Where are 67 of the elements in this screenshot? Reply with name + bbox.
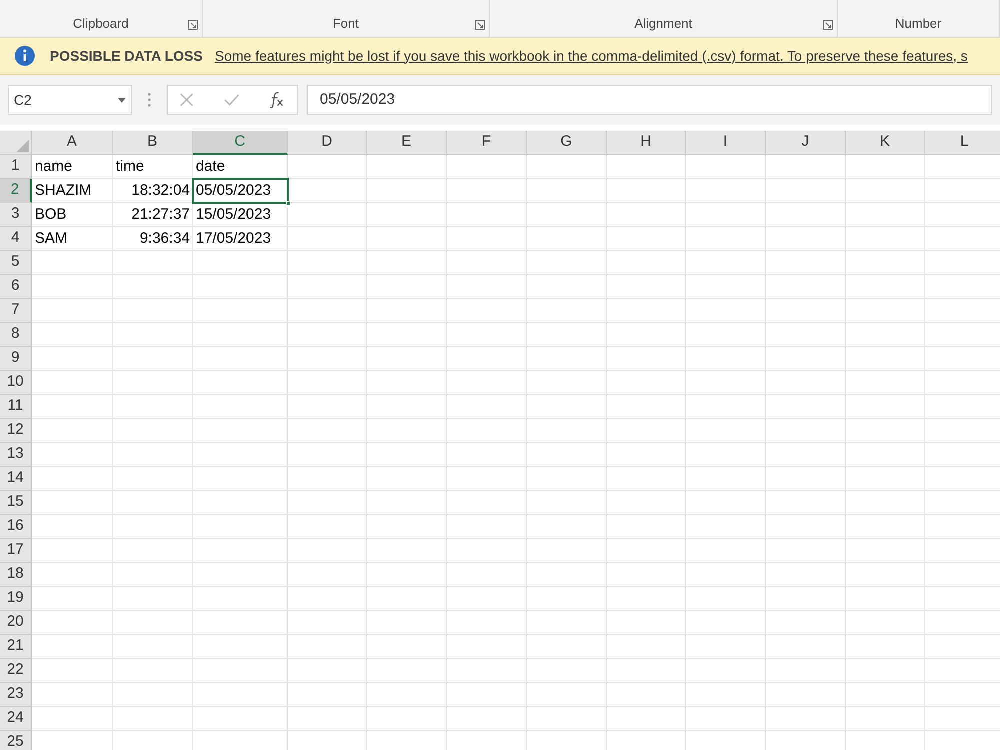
table-cell[interactable]: SHAZIM <box>32 179 113 203</box>
column-header[interactable]: D <box>288 131 367 155</box>
table-cell[interactable]: 05/05/2023 <box>193 179 288 203</box>
row-header[interactable]: 22 <box>0 659 32 683</box>
column-header[interactable]: H <box>607 131 686 155</box>
dialog-launcher-icon[interactable] <box>188 20 198 30</box>
column-header[interactable]: A <box>32 131 113 155</box>
table-cell[interactable]: 9:36:34 <box>113 227 193 251</box>
row-header[interactable]: 7 <box>0 299 32 323</box>
column-header[interactable]: K <box>846 131 925 155</box>
column-header[interactable]: I <box>686 131 766 155</box>
dialog-launcher-icon[interactable] <box>823 20 833 30</box>
table-cell[interactable]: SAM <box>32 227 113 251</box>
dropdown-caret-icon <box>118 98 126 102</box>
column-header[interactable]: C <box>193 131 288 155</box>
row-header[interactable]: 13 <box>0 443 32 467</box>
row-header[interactable]: 16 <box>0 515 32 539</box>
table-cell[interactable]: time <box>113 155 193 179</box>
row-header[interactable]: 9 <box>0 347 32 371</box>
row-header[interactable]: 3 <box>0 203 32 227</box>
table-cell[interactable]: 15/05/2023 <box>193 203 288 227</box>
ribbon-group-label: Number <box>895 14 942 32</box>
row-header[interactable]: 17 <box>0 539 32 563</box>
table-cell[interactable]: 18:32:04 <box>113 179 193 203</box>
ribbon-group-label: Alignment <box>634 14 692 33</box>
column-header[interactable]: L <box>925 131 1000 155</box>
corner-triangle-icon <box>17 140 29 152</box>
column-header[interactable]: G <box>527 131 607 155</box>
row-header[interactable]: 5 <box>0 251 32 275</box>
row-header[interactable]: 21 <box>0 635 32 659</box>
row-header[interactable]: 25 <box>0 731 32 750</box>
column-header[interactable]: J <box>766 131 846 155</box>
row-header[interactable]: 12 <box>0 419 32 443</box>
row-header[interactable]: 4 <box>0 227 32 251</box>
name-box[interactable]: C2 <box>8 85 132 115</box>
ribbon-group-label: Font <box>332 14 359 32</box>
column-header[interactable]: E <box>367 131 447 155</box>
table-cell[interactable]: date <box>193 155 288 179</box>
message-link[interactable]: Some features might be lost if you save this workbook in the comma-delimited (.csv) format. To preserve these features, s <box>214 46 968 66</box>
row-header[interactable]: 24 <box>0 707 32 731</box>
checkmark-icon[interactable] <box>224 94 240 106</box>
row-header[interactable]: 6 <box>0 275 32 299</box>
row-header[interactable]: 10 <box>0 371 32 395</box>
function-icon[interactable] <box>269 91 286 109</box>
row-header[interactable]: 23 <box>0 683 32 707</box>
row-header[interactable]: 15 <box>0 491 32 515</box>
ribbon-group-label: Clipboard <box>73 14 129 33</box>
formula-input[interactable]: 05/05/2023 <box>307 85 992 115</box>
row-header[interactable]: 14 <box>0 467 32 491</box>
table-cell[interactable]: name <box>32 155 113 179</box>
row-header[interactable]: 1 <box>0 155 32 179</box>
row-header[interactable]: 2 <box>0 179 32 203</box>
row-header[interactable]: 11 <box>0 395 32 419</box>
row-header[interactable]: 18 <box>0 563 32 587</box>
dialog-launcher-icon[interactable] <box>475 20 485 30</box>
table-cell[interactable]: 17/05/2023 <box>193 227 288 251</box>
table-cell[interactable]: BOB <box>32 203 113 227</box>
fill-handle[interactable] <box>286 201 291 206</box>
message-title: POSSIBLE DATA LOSS <box>50 46 203 66</box>
row-header[interactable]: 20 <box>0 611 32 635</box>
column-header[interactable]: F <box>447 131 527 155</box>
column-header[interactable]: B <box>113 131 193 155</box>
row-header[interactable]: 19 <box>0 587 32 611</box>
grip-icon <box>148 93 151 107</box>
table-cell[interactable]: 21:27:37 <box>113 203 193 227</box>
row-header[interactable]: 8 <box>0 323 32 347</box>
info-icon <box>15 46 35 66</box>
